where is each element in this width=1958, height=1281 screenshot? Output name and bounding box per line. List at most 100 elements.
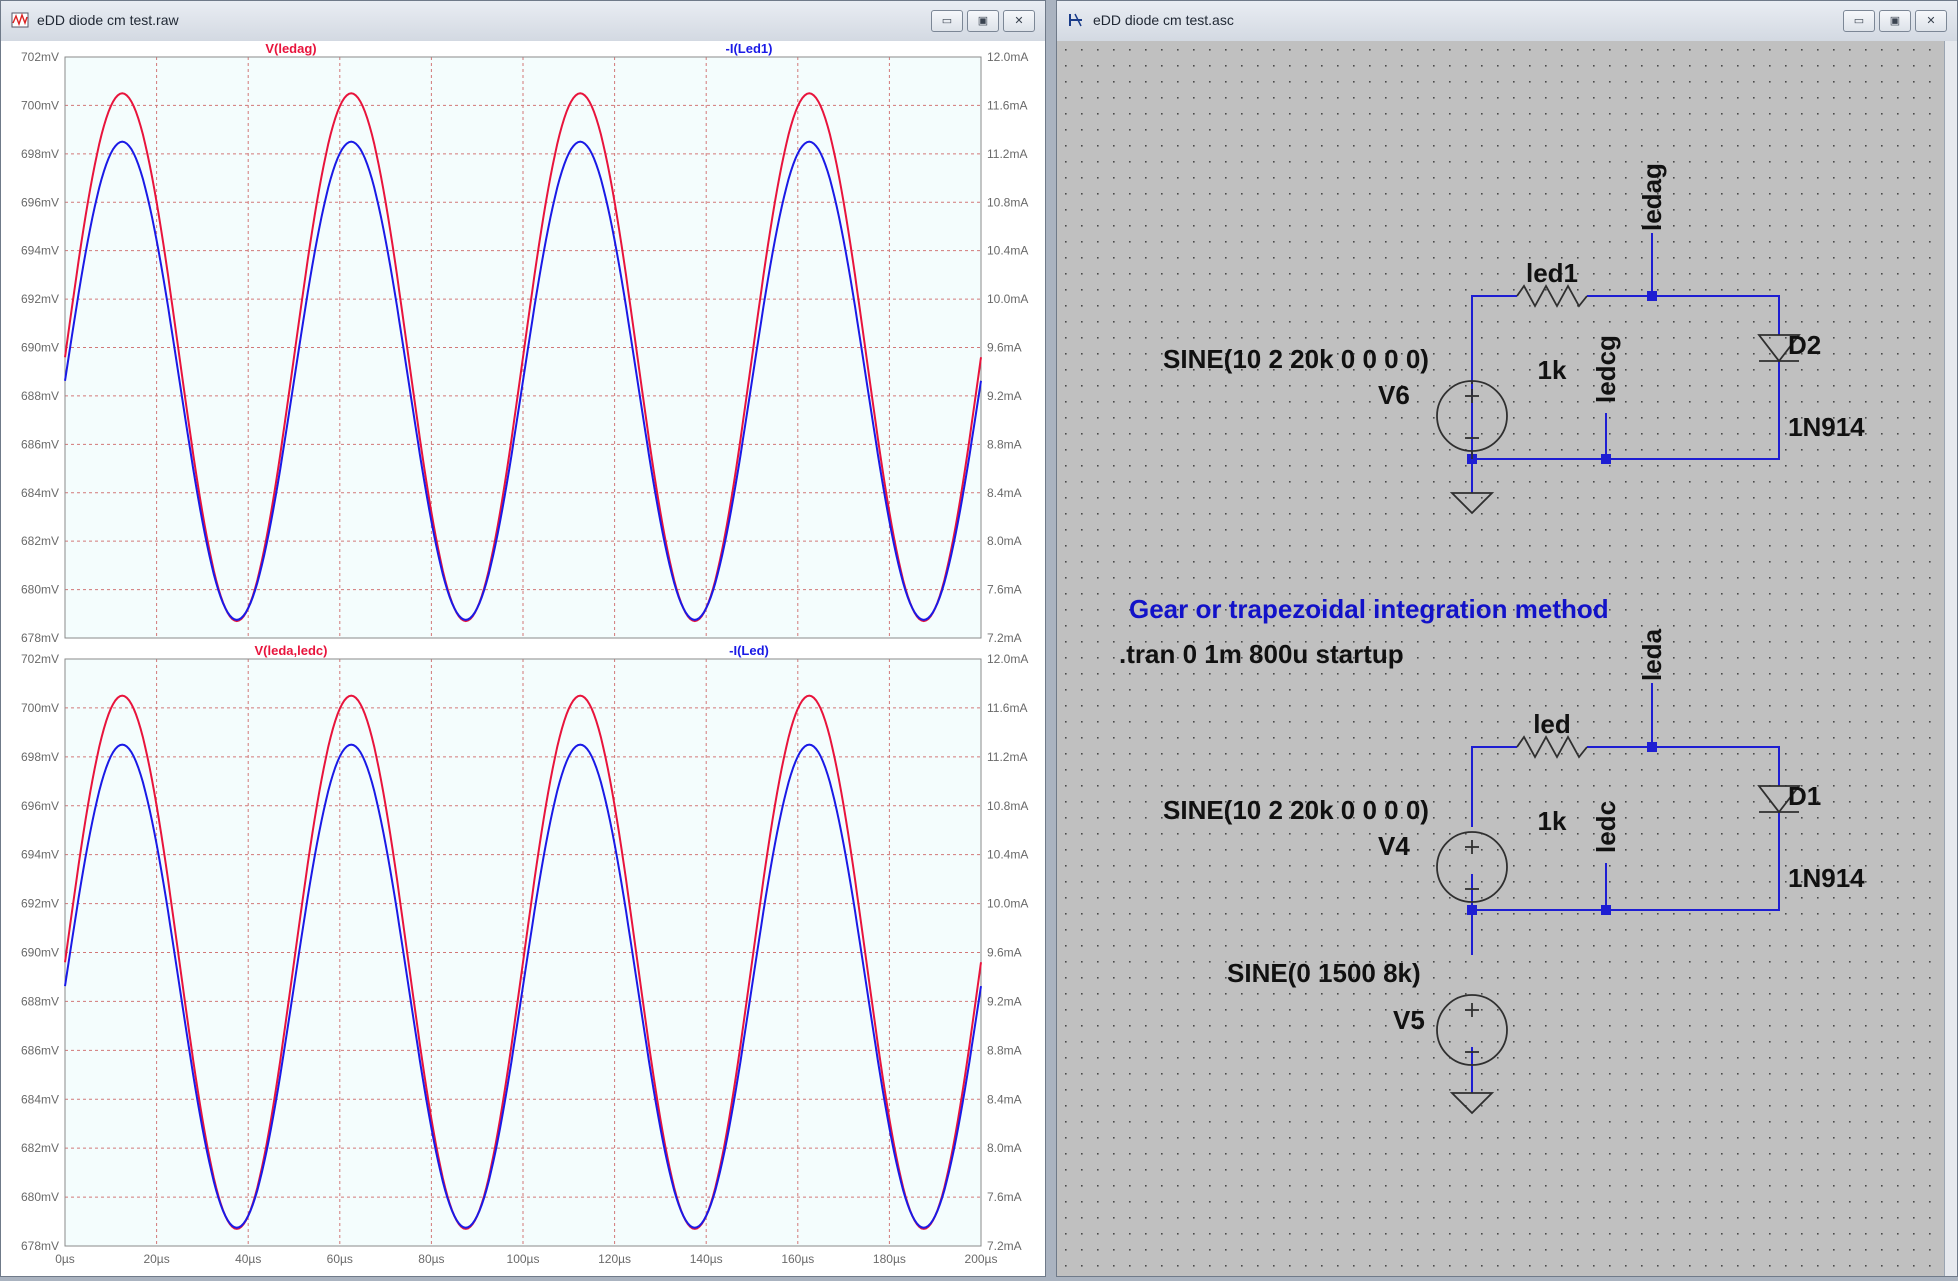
y-tick-label-right: 11.6mA xyxy=(987,98,1027,112)
y-tick-label-left: 678mV xyxy=(21,631,59,645)
v6-name-label[interactable]: V6 xyxy=(1378,380,1410,410)
y-tick-label-left: 692mV xyxy=(21,292,59,306)
y-tick-label-right: 7.6mA xyxy=(987,1190,1022,1204)
x-tick-label: 20µs xyxy=(143,1252,169,1266)
x-tick-label: 100µs xyxy=(507,1252,540,1266)
y-tick-label-right: 10.0mA xyxy=(987,897,1028,911)
v4-name-label[interactable]: V4 xyxy=(1378,831,1410,861)
net-ledc-label[interactable]: ledc xyxy=(1591,801,1621,853)
waveform-window-title: eDD diode cm test.raw xyxy=(37,12,179,28)
x-tick-label: 40µs xyxy=(235,1252,261,1266)
v5-name-label[interactable]: V5 xyxy=(1393,1005,1425,1035)
d1-model-label[interactable]: 1N914 xyxy=(1788,863,1865,893)
y-tick-label-right: 9.2mA xyxy=(987,994,1022,1008)
schematic-app-icon xyxy=(1069,13,1082,27)
x-tick-label: 60µs xyxy=(327,1252,353,1266)
r-led1-name-label[interactable]: led1 xyxy=(1526,258,1578,288)
y-tick-label-left: 682mV xyxy=(21,534,59,548)
schematic-window: eDD diode cm test.asc ▭ ▣ ✕ SINE(10 2 20… xyxy=(1056,0,1958,1277)
r-led1-value-label[interactable]: 1k xyxy=(1538,355,1567,385)
y-tick-label-right: 9.6mA xyxy=(987,946,1022,960)
waveform-plots[interactable]: 702mV 12.0mA 700mV 11.6mA 698mV 11.2mA 696mV 10… xyxy=(1,41,1045,1276)
restore-button[interactable]: ▣ xyxy=(967,10,999,32)
y-tick-label-right: 7.6mA xyxy=(987,583,1022,597)
y-tick-label-right: 8.8mA xyxy=(987,1043,1022,1057)
y-tick-label-left: 700mV xyxy=(21,98,59,112)
y-tick-label-left: 696mV xyxy=(21,799,59,813)
junction-dot xyxy=(1601,905,1611,915)
net-ledcg-label[interactable]: ledcg xyxy=(1591,335,1621,403)
y-tick-label-left: 690mV xyxy=(21,341,59,355)
y-tick-label-left: 702mV xyxy=(21,50,59,64)
y-tick-label-right: 10.8mA xyxy=(987,195,1028,209)
schematic-drawing[interactable]: SINE(10 2 20k 0 0 0 0) V6 led1 1k ledag … xyxy=(1057,41,1945,1276)
y-tick-label-right: 10.4mA xyxy=(987,848,1028,862)
tran-directive[interactable]: .tran 0 1m 800u startup xyxy=(1119,639,1404,669)
waveform-plot-area[interactable]: 702mV 12.0mA 700mV 11.6mA 698mV 11.2mA 696mV 10… xyxy=(1,41,1045,1276)
y-tick-label-left: 702mV xyxy=(21,652,59,666)
y-tick-label-left: 688mV xyxy=(21,389,59,403)
x-tick-label: 180µs xyxy=(873,1252,906,1266)
junction-dot xyxy=(1601,454,1611,464)
waveform-window: eDD diode cm test.raw ▭ ▣ ✕ 702mV 12.0mA 7… xyxy=(0,0,1046,1277)
y-tick-label-left: 680mV xyxy=(21,583,59,597)
y-tick-label-right: 11.2mA xyxy=(987,147,1027,161)
minimize-button[interactable]: ▭ xyxy=(1843,10,1875,32)
junction-dot xyxy=(1647,742,1657,752)
y-tick-label-right: 10.0mA xyxy=(987,292,1028,306)
plot-pane-top[interactable]: 702mV 12.0mA 700mV 11.6mA 698mV 11.2mA 696mV 10… xyxy=(21,41,1028,645)
schematic-titlebar[interactable]: eDD diode cm test.asc ▭ ▣ ✕ xyxy=(1057,1,1957,42)
x-tick-label: 120µs xyxy=(598,1252,631,1266)
trace-label-voltage: V(leda,ledc) xyxy=(255,643,328,658)
d1-name-label[interactable]: D1 xyxy=(1788,781,1821,811)
y-tick-label-left: 686mV xyxy=(21,437,59,451)
y-tick-label-right: 11.6mA xyxy=(987,701,1027,715)
junction-dot xyxy=(1647,291,1657,301)
schematic-canvas[interactable]: SINE(10 2 20k 0 0 0 0) V6 led1 1k ledag … xyxy=(1057,41,1945,1276)
waveform-app-icon xyxy=(11,12,29,28)
y-tick-label-right: 8.8mA xyxy=(987,437,1022,451)
d2-model-label[interactable]: 1N914 xyxy=(1788,412,1865,442)
y-tick-label-left: 696mV xyxy=(21,195,59,209)
y-tick-label-left: 692mV xyxy=(21,897,59,911)
v5-value-label[interactable]: SINE(0 1500 8k) xyxy=(1227,958,1421,988)
integration-comment[interactable]: Gear or trapezoidal integration method xyxy=(1129,594,1609,624)
y-tick-label-left: 678mV xyxy=(21,1239,59,1253)
restore-button[interactable]: ▣ xyxy=(1879,10,1911,32)
y-tick-label-right: 9.6mA xyxy=(987,341,1022,355)
y-tick-label-right: 8.0mA xyxy=(987,534,1022,548)
x-tick-label: 160µs xyxy=(781,1252,814,1266)
y-tick-label-left: 694mV xyxy=(21,848,59,862)
net-leda-label[interactable]: leda xyxy=(1637,628,1667,681)
x-tick-label: 0µs xyxy=(55,1252,75,1266)
plot-pane-bottom[interactable]: 702mV 12.0mA 700mV 11.6mA 698mV 11.2mA 696mV 10… xyxy=(21,643,1028,1266)
schematic-window-title: eDD diode cm test.asc xyxy=(1093,12,1234,28)
r-led-name-label[interactable]: led xyxy=(1533,709,1571,739)
y-tick-label-left: 688mV xyxy=(21,994,59,1008)
x-tick-label: 80µs xyxy=(418,1252,444,1266)
y-tick-label-left: 694mV xyxy=(21,244,59,258)
y-tick-label-left: 686mV xyxy=(21,1043,59,1057)
minimize-button[interactable]: ▭ xyxy=(931,10,963,32)
y-tick-label-right: 8.4mA xyxy=(987,486,1022,500)
d2-name-label[interactable]: D2 xyxy=(1788,330,1821,360)
trace-label-current: -I(Led) xyxy=(729,643,769,658)
trace-label-voltage: V(ledag) xyxy=(265,41,316,56)
v6-value-label[interactable]: SINE(10 2 20k 0 0 0 0) xyxy=(1163,344,1429,374)
r-led-value-label[interactable]: 1k xyxy=(1538,806,1567,836)
waveform-titlebar[interactable]: eDD diode cm test.raw ▭ ▣ ✕ xyxy=(1,1,1045,42)
x-tick-label: 140µs xyxy=(690,1252,723,1266)
v4-value-label[interactable]: SINE(10 2 20k 0 0 0 0) xyxy=(1163,795,1429,825)
trace-label-current: -I(Led1) xyxy=(726,41,773,56)
y-tick-label-left: 682mV xyxy=(21,1141,59,1155)
y-tick-label-left: 698mV xyxy=(21,147,59,161)
y-tick-label-right: 8.4mA xyxy=(987,1092,1022,1106)
y-tick-label-right: 11.2mA xyxy=(987,750,1027,764)
net-ledag-label[interactable]: ledag xyxy=(1637,163,1667,231)
schematic-vertical-scrollbar[interactable] xyxy=(1944,41,1957,1276)
y-tick-label-left: 700mV xyxy=(21,701,59,715)
close-button[interactable]: ✕ xyxy=(1915,10,1947,32)
close-button[interactable]: ✕ xyxy=(1003,10,1035,32)
y-tick-label-right: 12.0mA xyxy=(987,652,1028,666)
y-tick-label-right: 10.8mA xyxy=(987,799,1028,813)
